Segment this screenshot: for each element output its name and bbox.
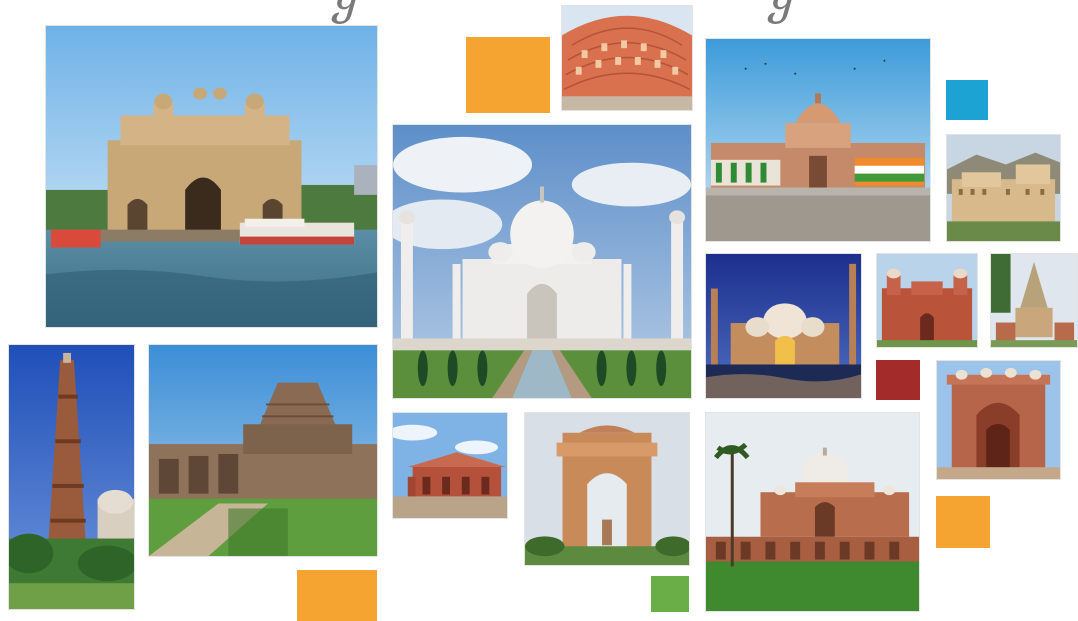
buland-darwaza-photo — [936, 360, 1061, 480]
qutub-minar-photo — [8, 344, 135, 610]
orange-square-bottom — [297, 570, 377, 621]
hawa-mahal-photo — [561, 5, 693, 111]
jama-masjid-photo — [705, 253, 862, 399]
rashtrapati-bhavan-photo — [705, 38, 931, 242]
mahabodhi-temple-photo — [990, 253, 1078, 348]
taj-mahal-photo — [392, 124, 692, 399]
orange-square-top — [466, 37, 550, 113]
india-gate-photo — [524, 412, 690, 566]
flourish-right: ყ — [770, 0, 794, 25]
gateway-of-india-photo — [45, 25, 378, 328]
red-fort-pavilion-photo — [392, 412, 508, 519]
konark-sun-temple-photo — [148, 344, 378, 557]
humayuns-tomb-photo — [705, 412, 920, 612]
flourish-left: ყ — [334, 0, 358, 25]
amber-fort-photo — [946, 134, 1061, 242]
blue-square — [946, 80, 988, 120]
red-fort-photo — [876, 253, 978, 348]
orange-square-right — [936, 496, 990, 548]
green-square — [651, 576, 689, 612]
maroon-square — [876, 360, 920, 400]
